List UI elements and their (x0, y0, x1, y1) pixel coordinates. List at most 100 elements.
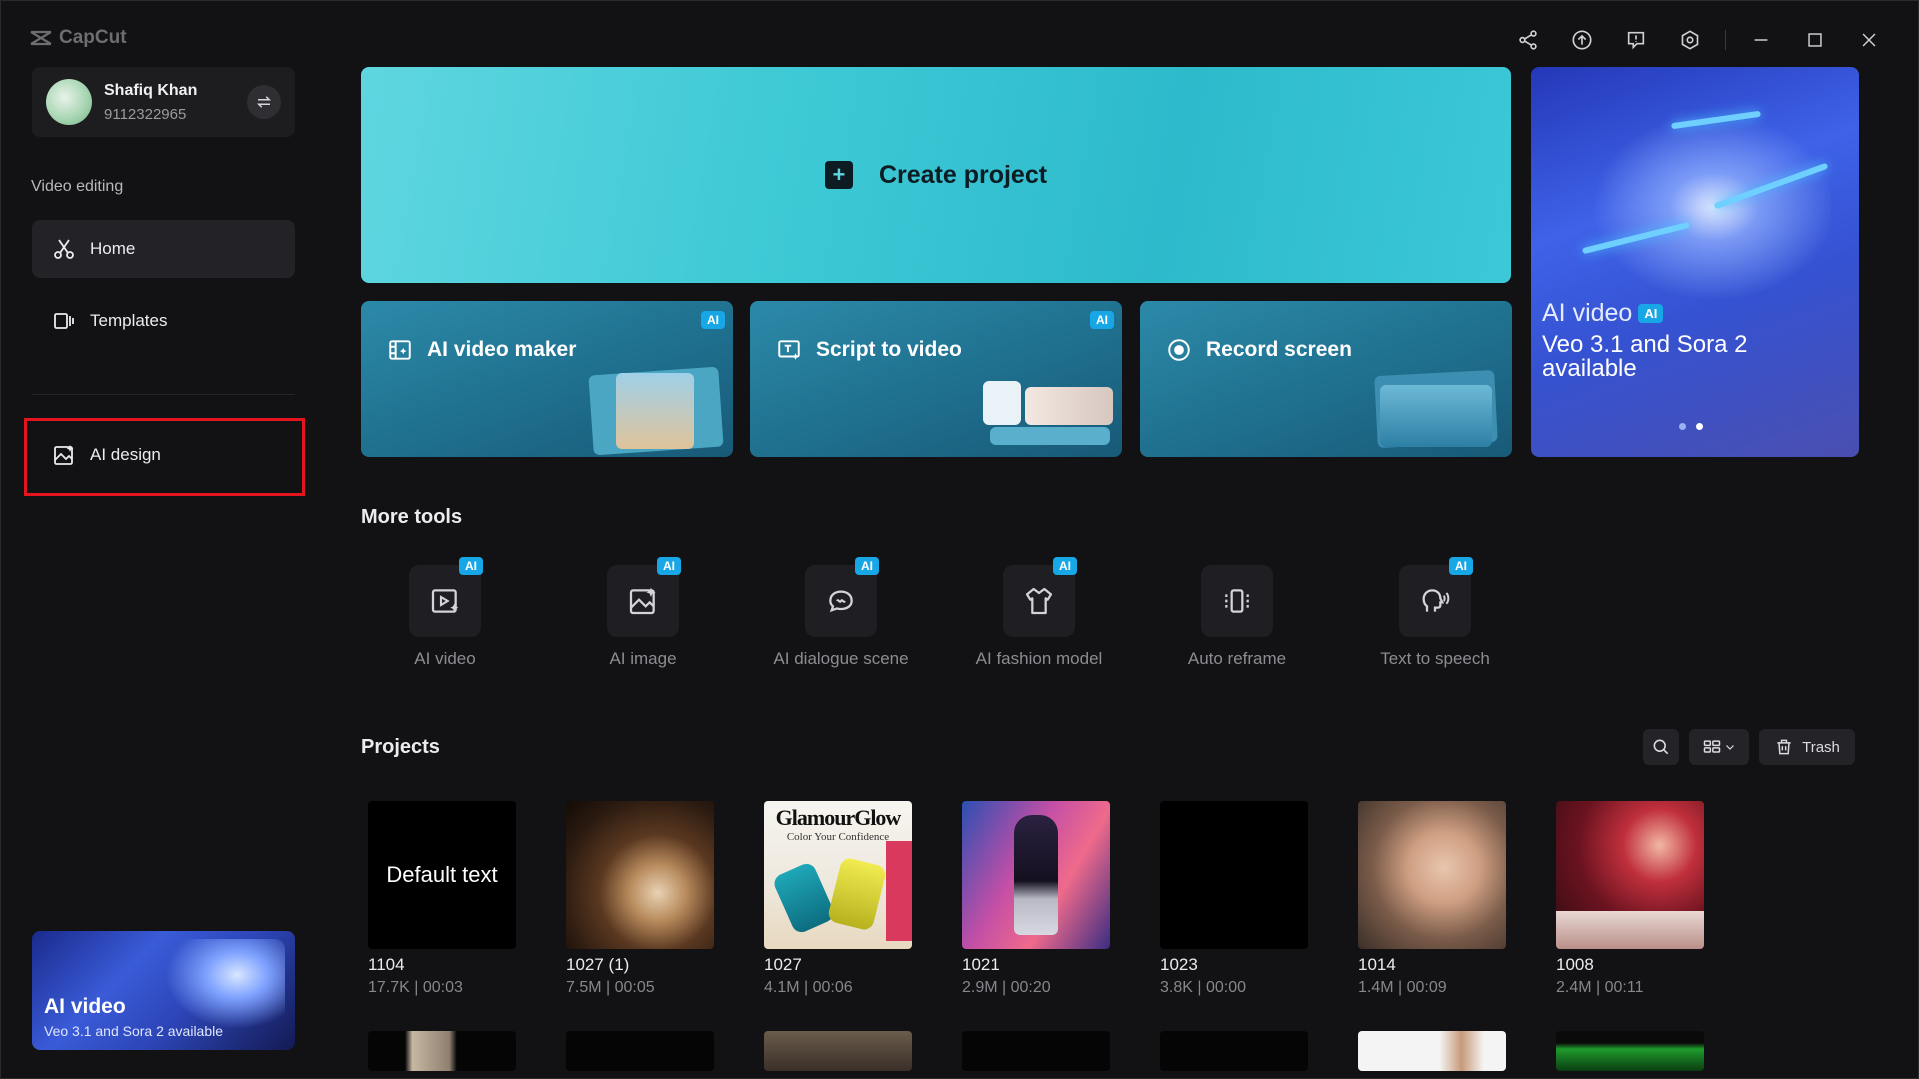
tool-ai-image[interactable]: AI AI image (543, 557, 743, 675)
user-card[interactable]: Shafiq Khan 9112322965 (32, 67, 295, 137)
tool-ai-dialogue-scene[interactable]: AI AI dialogue scene (741, 557, 941, 675)
record-screen-card[interactable]: Record screen (1140, 301, 1512, 457)
sidebar-promo-banner[interactable]: AI video Veo 3.1 and Sora 2 available (32, 931, 295, 1050)
share-button[interactable] (1501, 23, 1555, 57)
maximize-button[interactable] (1788, 23, 1842, 57)
project-name: 1027 (764, 955, 802, 974)
ai-video-maker-card[interactable]: AI video maker AI (361, 301, 733, 457)
project-card-partial[interactable] (368, 1031, 516, 1071)
project-card[interactable]: 1014 1.4M | 00:09 (1358, 801, 1508, 997)
project-thumbnail: Default text (368, 801, 516, 949)
search-projects-button[interactable] (1643, 729, 1679, 765)
sidebar-divider (32, 394, 295, 395)
project-meta: 17.7K | 00:03 (368, 979, 463, 996)
tool-label: Text to speech (1380, 649, 1490, 668)
tool-ai-video[interactable]: AI AI video (345, 557, 545, 675)
ai-badge: AI (459, 557, 483, 575)
sidebar-item-home[interactable]: Home (32, 220, 295, 278)
titlebar-divider (1725, 30, 1726, 50)
tool-icon-box (805, 565, 877, 637)
project-meta: 3.8K | 00:00 (1160, 979, 1246, 996)
feedback-button[interactable] (1609, 23, 1663, 57)
promo-title: AI video (44, 995, 126, 1018)
project-card-partial[interactable] (1160, 1031, 1308, 1071)
project-thumbnail (1556, 801, 1704, 949)
project-name: 1014 (1358, 955, 1396, 974)
tool-ai-fashion-model[interactable]: AI AI fashion model (939, 557, 1139, 675)
tool-label: AI video (414, 649, 476, 668)
project-card[interactable]: 1023 3.8K | 00:00 (1160, 801, 1310, 997)
ai-video-maker-icon (389, 340, 411, 360)
tool-text-to-speech[interactable]: AI Text to speech (1335, 557, 1535, 675)
promo-subtitle: Veo 3.1 and Sora 2 available (44, 1023, 224, 1039)
switch-account-button[interactable] (247, 85, 281, 119)
thumbnail-detail (1556, 911, 1704, 949)
tool-label: AI image (609, 649, 677, 668)
close-button[interactable] (1842, 23, 1896, 57)
project-thumbnail (1358, 801, 1506, 949)
ai-badge: AI (1449, 557, 1473, 575)
upload-button[interactable] (1555, 23, 1609, 57)
ai-badge: AI (1090, 311, 1114, 329)
brand-name: CapCut (59, 27, 127, 48)
trash-button[interactable]: Trash (1759, 729, 1855, 765)
tool-icon-box (409, 565, 481, 637)
script-to-video-card[interactable]: Script to video AI (750, 301, 1122, 457)
tool-card-header: Script to video (776, 337, 962, 363)
minimize-button[interactable] (1734, 23, 1788, 57)
project-card[interactable]: 1008 2.4M | 00:11 (1556, 801, 1706, 997)
ai-video-icon (431, 589, 459, 613)
project-name: 1021 (962, 955, 1000, 974)
project-card[interactable]: Default text 1104 17.7K | 00:03 (368, 801, 518, 997)
scissors-icon (54, 239, 74, 259)
tool-card-label: Script to video (816, 338, 962, 361)
create-project-button[interactable]: + Create project (361, 67, 1511, 283)
grid-view-icon (1703, 740, 1721, 753)
sidebar-item-label: Templates (90, 311, 168, 330)
project-card-partial[interactable] (1358, 1031, 1506, 1071)
settings-button[interactable] (1663, 23, 1717, 57)
tool-icon-box (607, 565, 679, 637)
user-name: Shafiq Khan (104, 81, 198, 99)
banner-title: AI video AI (1542, 299, 1664, 328)
ai-image-icon (629, 587, 656, 615)
tool-icon-box (1201, 565, 1273, 637)
thumbnail-figure (1014, 815, 1058, 935)
project-name: 1104 (368, 955, 405, 974)
carousel-dot[interactable] (1679, 423, 1686, 430)
thumbnail-accent (886, 841, 912, 941)
project-thumbnail (566, 801, 714, 949)
script-to-video-icon (778, 340, 800, 360)
capcut-window: CapCut Shafiq Khan 9112322965 Video edit… (0, 0, 1919, 1079)
ai-fashion-icon (1025, 587, 1053, 615)
project-card[interactable]: 1021 2.9M | 00:20 (962, 801, 1112, 997)
view-mode-dropdown[interactable] (1689, 729, 1749, 765)
ai-video-promo-banner[interactable]: AI video AI Veo 3.1 and Sora 2 available (1531, 67, 1859, 457)
project-thumbnail: GlamourGlow Color Your Confidence (764, 801, 912, 949)
thumbnail-bottle (826, 856, 888, 932)
tool-auto-reframe[interactable]: Auto reframe (1137, 565, 1337, 675)
swap-icon (256, 96, 272, 108)
project-card-partial[interactable] (962, 1031, 1110, 1071)
project-meta: 1.4M | 00:09 (1358, 979, 1447, 996)
close-icon (1862, 33, 1876, 47)
sidebar-item-templates[interactable]: Templates (32, 292, 295, 350)
carousel-dot-active[interactable] (1696, 423, 1703, 430)
project-card[interactable]: GlamourGlow Color Your Confidence 1027 4… (764, 801, 914, 997)
trash-icon (1777, 739, 1791, 755)
project-card-partial[interactable] (1556, 1031, 1704, 1071)
settings-icon (1681, 30, 1699, 50)
project-card-partial[interactable] (566, 1031, 714, 1071)
tool-card-label: AI video maker (427, 338, 577, 361)
project-thumbnail (1160, 801, 1308, 949)
tool-card-preview-people (1025, 387, 1113, 425)
project-name: 1027 (1) (566, 955, 630, 974)
project-card[interactable]: 1027 (1) 7.5M | 00:05 (566, 801, 716, 997)
project-name: 1008 (1556, 955, 1594, 974)
project-card-partial[interactable] (764, 1031, 912, 1071)
trash-label: Trash (1802, 738, 1840, 756)
auto-reframe-icon (1225, 589, 1249, 613)
user-info: Shafiq Khan 9112322965 (104, 82, 247, 123)
sidebar-item-label: Home (90, 239, 136, 258)
thumbnail-bottle (771, 860, 837, 936)
